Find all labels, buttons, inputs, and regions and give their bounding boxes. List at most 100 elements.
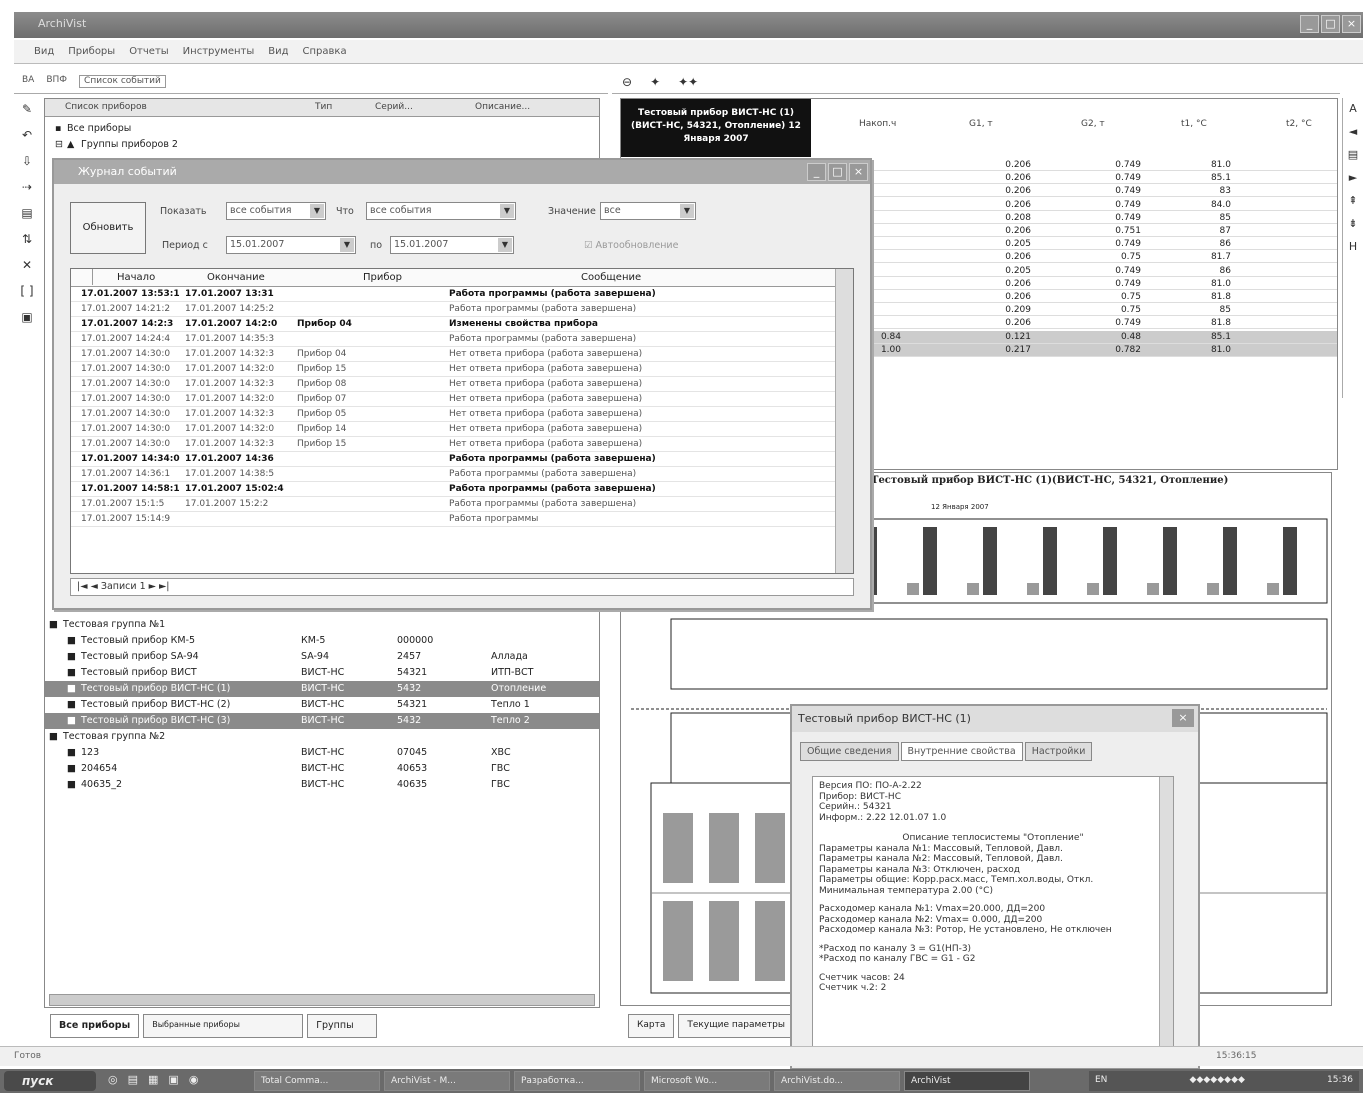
tool-icon[interactable]: ► [1349, 171, 1357, 184]
grid-row[interactable]: 0.208 0.749 85 [811, 212, 1337, 224]
tree-row[interactable]: ■ 204654 ВИСТ-НС 40653 ГВС [45, 761, 599, 777]
grid-row[interactable]: 0.206 0.749 83 [811, 185, 1337, 198]
next-page-button[interactable]: ► ►| [149, 581, 170, 592]
folder-icon[interactable]: ▤ [128, 1073, 138, 1089]
language-indicator[interactable]: EN [1095, 1075, 1107, 1087]
task-button[interactable]: Microsoft Wo... [644, 1071, 770, 1091]
grid-row[interactable]: 0.206 0.751 87 [811, 225, 1337, 237]
refresh-button[interactable]: Обновить [70, 202, 146, 254]
col-desc[interactable]: Описание... [475, 102, 530, 112]
menu-item[interactable]: Приборы [68, 46, 115, 63]
tab-map[interactable]: Карта [628, 1014, 675, 1038]
horizontal-scrollbar[interactable] [49, 994, 595, 1006]
tool-icon[interactable]: ▤ [19, 206, 35, 220]
tab-settings[interactable]: Настройки [1024, 742, 1093, 761]
tree-row[interactable]: ■ Тестовая группа №1 [45, 617, 599, 633]
menu-item[interactable]: Вид [268, 46, 288, 63]
ie-icon[interactable]: ◎ [108, 1073, 118, 1089]
view-icon[interactable]: ✦✦ [678, 75, 698, 89]
event-row[interactable]: 17.01.2007 14:30:0 17.01.2007 14:32:0 Приб… [71, 422, 853, 437]
event-row[interactable]: 17.01.2007 14:21:2 17.01.2007 14:25:2 Рабо… [71, 302, 853, 317]
vertical-scrollbar[interactable] [835, 269, 853, 573]
grid-row[interactable]: 0.205 0.749 86 [811, 238, 1337, 251]
grid-row[interactable]: 0.206 0.749 81.8 [811, 317, 1337, 330]
event-row[interactable]: 17.01.2007 14:30:0 17.01.2007 14:32:3 Приб… [71, 347, 853, 362]
tool-icon[interactable]: ◄ [1349, 125, 1357, 138]
close-icon[interactable]: × [1172, 709, 1194, 727]
start-button[interactable]: пуск [4, 1071, 96, 1091]
tool-icon[interactable]: ▤ [1348, 148, 1358, 161]
event-row[interactable]: 17.01.2007 13:53:1 17.01.2007 13:31 Работа… [71, 287, 853, 302]
menu-item[interactable]: Справка [303, 46, 347, 63]
auto-refresh-checkbox[interactable]: ☑ Автообновление [584, 240, 678, 251]
menu-item[interactable]: Вид [34, 46, 54, 63]
show-events-checkbox[interactable]: Список событий [79, 75, 166, 88]
event-row[interactable]: 17.01.2007 14:30:0 17.01.2007 14:32:3 Приб… [71, 377, 853, 392]
first-page-button[interactable]: |◄ ◄ [77, 581, 98, 592]
tool-icon[interactable]: ⇞ [1348, 194, 1357, 207]
what-select[interactable]: все события ▼ [366, 202, 516, 220]
grid-row[interactable]: 0.206 0.749 85.1 [811, 172, 1337, 185]
to-date[interactable]: 15.01.2007 ▼ [390, 236, 514, 254]
tab-general[interactable]: Общие сведения [800, 742, 899, 761]
tree-row[interactable]: ■ 40635_2 ВИСТ-НС 40635 ГВС [45, 777, 599, 793]
tree-row[interactable]: ■ Тестовый прибор КМ-5 КМ-5 000000 [45, 633, 599, 649]
view-icon[interactable]: ✦ [650, 75, 660, 89]
event-row[interactable]: 17.01.2007 14:24:4 17.01.2007 14:35:3 Рабо… [71, 332, 853, 347]
event-row[interactable]: 17.01.2007 14:2:3 17.01.2007 14:2:0 Прибор… [71, 317, 853, 332]
tab-all-devices[interactable]: Все приборы [50, 1014, 140, 1038]
event-row[interactable]: 17.01.2007 14:34:0 17.01.2007 14:36 Работа… [71, 452, 853, 467]
menu-item[interactable]: Отчеты [129, 46, 168, 63]
tool-icon[interactable]: ⇟ [1348, 217, 1357, 230]
doc-icon[interactable]: ▣ [168, 1073, 178, 1089]
tree-row[interactable]: ■ Тестовый прибор SA-94 SA-94 2457 Аллада [45, 649, 599, 665]
tool-icon[interactable]: ⇩ [19, 154, 35, 168]
tree-row[interactable]: ■ Тестовый прибор ВИСТ-НС (1) ВИСТ-НС 5432 О… [45, 681, 599, 697]
minimize-button[interactable]: _ [1300, 15, 1319, 33]
tool-icon[interactable]: ⇅ [19, 232, 35, 246]
tree-row[interactable]: ■ Тестовый прибор ВИСТ-НС (2) ВИСТ-НС 54321… [45, 697, 599, 713]
col-start[interactable]: Начало [117, 272, 155, 283]
col-end[interactable]: Окончание [207, 272, 265, 283]
minimize-button[interactable]: _ [807, 163, 826, 181]
tree-row[interactable]: ■ 123 ВИСТ-НС 07045 ХВС [45, 745, 599, 761]
event-row[interactable]: 17.01.2007 14:30:0 17.01.2007 14:32:0 Приб… [71, 392, 853, 407]
col-list[interactable]: Список приборов [65, 102, 147, 112]
maximize-button[interactable]: □ [1321, 15, 1340, 33]
col-serial[interactable]: Серий... [375, 102, 413, 112]
event-row[interactable]: 17.01.2007 14:58:1 17.01.2007 15:02:4 Рабо… [71, 482, 853, 497]
tool-icon[interactable]: ▣ [19, 310, 35, 324]
tray-icons[interactable]: ◆◆◆◆◆◆◆◆ [1190, 1075, 1245, 1087]
task-button[interactable]: ArchiVist.do... [774, 1071, 900, 1091]
tool-icon[interactable]: ✎ [19, 102, 35, 116]
col-message[interactable]: Сообщение [581, 272, 641, 283]
col-type[interactable]: Тип [315, 102, 332, 112]
grid-row[interactable]: 0.206 0.75 81.7 [811, 251, 1337, 264]
tool-icon[interactable]: [ ] [19, 284, 35, 298]
value-select[interactable]: все ▼ [600, 202, 696, 220]
zoom-icon[interactable]: ⊖ [622, 75, 632, 89]
grid-row[interactable]: 0.206 0.749 81.0 [811, 159, 1337, 171]
event-row[interactable]: 17.01.2007 14:30:0 17.01.2007 14:32:0 Приб… [71, 362, 853, 377]
task-button[interactable]: ArchiVist - M... [384, 1071, 510, 1091]
tab-internal[interactable]: Внутренние свойства [900, 742, 1023, 761]
menu-item[interactable]: Инструменты [183, 46, 255, 63]
col-device[interactable]: Прибор [363, 272, 402, 283]
tab-selected-devices[interactable]: Выбранные приборы [143, 1014, 304, 1038]
event-row[interactable]: 17.01.2007 14:30:0 17.01.2007 14:32:3 Приб… [71, 407, 853, 422]
media-icon[interactable]: ◉ [189, 1073, 199, 1089]
tool-icon[interactable]: H [1349, 240, 1357, 253]
task-button[interactable]: ArchiVist [904, 1071, 1030, 1091]
event-row[interactable]: 17.01.2007 14:36:1 17.01.2007 14:38:5 Рабо… [71, 467, 853, 482]
tab-groups[interactable]: Группы [307, 1014, 378, 1038]
tool-icon[interactable]: A [1349, 102, 1357, 115]
close-button[interactable]: × [1342, 15, 1361, 33]
tree-group[interactable]: ⊟ ▲ Группы приборов 2 [45, 137, 599, 153]
select-all-cell[interactable] [71, 269, 93, 285]
expand-icon[interactable]: ⊟ [55, 137, 63, 153]
grid-row[interactable]: 0.84 0.121 0.48 85.1 [811, 331, 1337, 344]
toolbar-button[interactable]: ВА [22, 75, 34, 88]
vertical-scrollbar[interactable] [1159, 777, 1173, 1061]
close-button[interactable]: × [849, 163, 868, 181]
grid-row[interactable]: 0.205 0.749 86 [811, 265, 1337, 277]
